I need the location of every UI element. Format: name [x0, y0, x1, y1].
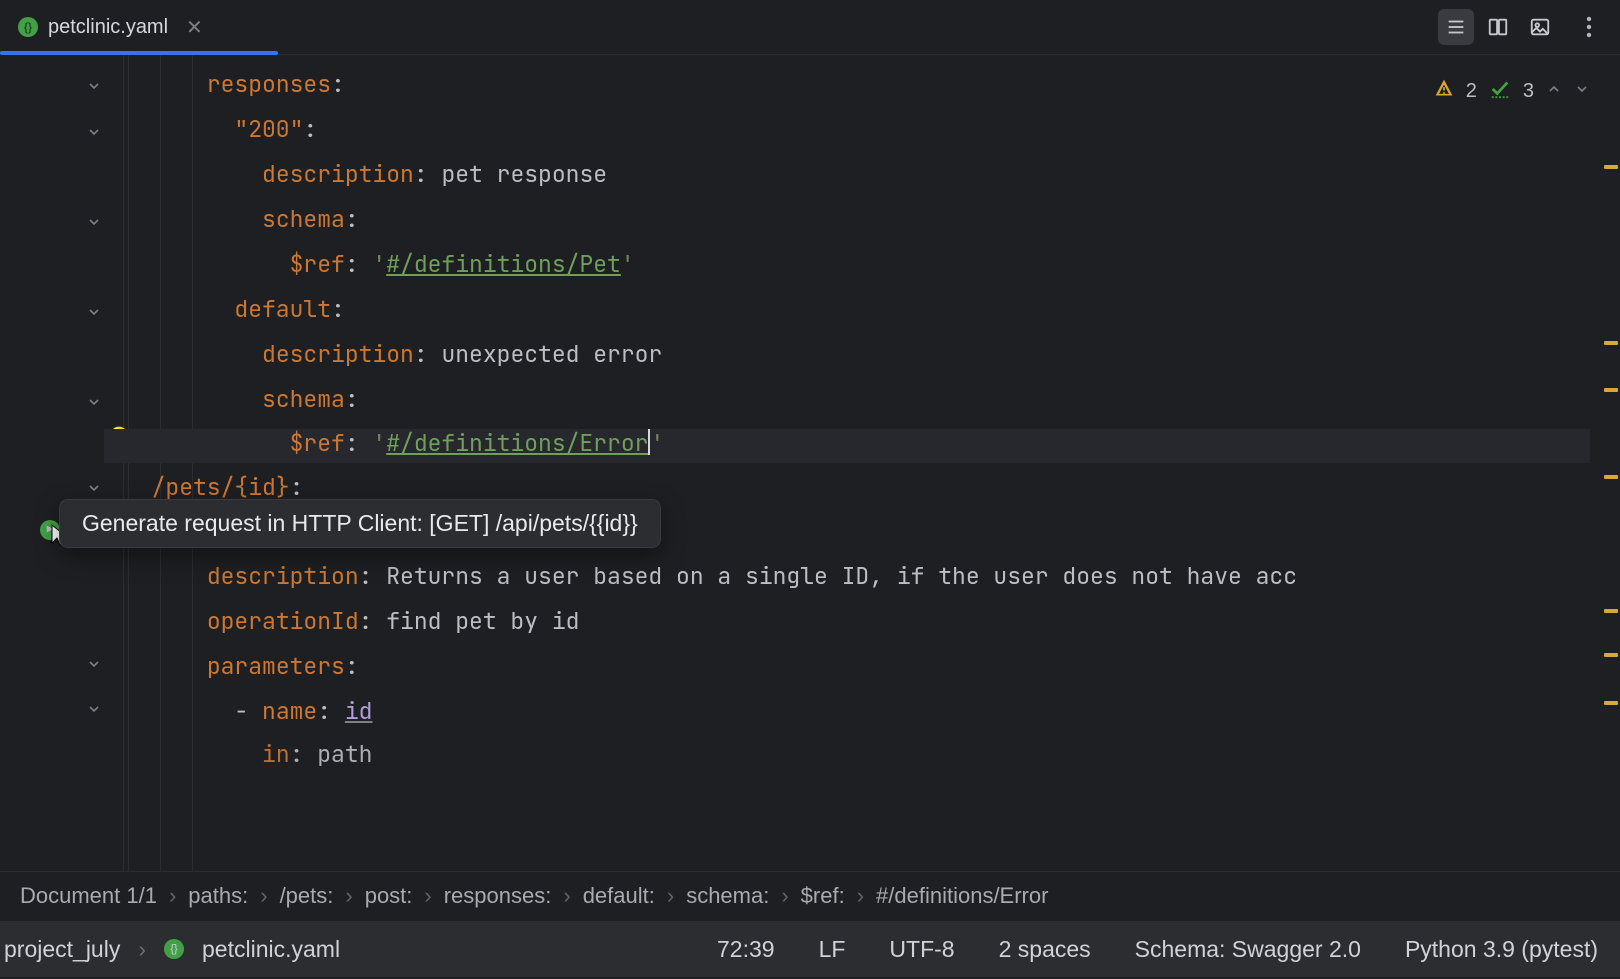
- json-schema[interactable]: Schema: Swagger 2.0: [1113, 936, 1383, 963]
- next-highlight-button[interactable]: [1574, 80, 1590, 103]
- breadcrumb-item[interactable]: paths:: [188, 883, 248, 909]
- stripe-mark[interactable]: [1604, 609, 1618, 613]
- breadcrumb-item[interactable]: post:: [365, 883, 413, 909]
- editor-gutter: 💡 ▶: [0, 55, 124, 871]
- navigation-bar: project_july › {} petclinic.yaml: [0, 936, 340, 963]
- breadcrumb-item[interactable]: default:: [583, 883, 655, 909]
- chevron-right-icon: ›: [424, 883, 431, 909]
- breadcrumb-item[interactable]: $ref:: [801, 883, 845, 909]
- close-tab-icon[interactable]: ✕: [186, 15, 203, 40]
- chevron-right-icon: ›: [563, 883, 570, 909]
- line-separator[interactable]: LF: [797, 936, 868, 963]
- fold-toggle[interactable]: [84, 123, 104, 143]
- editor-layout-controls: [1438, 9, 1620, 45]
- tooltip-text: Generate request in HTTP Client: [GET] /…: [82, 510, 638, 536]
- indent-setting[interactable]: 2 spaces: [977, 936, 1113, 963]
- status-bar: project_july › {} petclinic.yaml 72:39 L…: [0, 920, 1620, 977]
- file-name[interactable]: petclinic.yaml: [202, 936, 340, 963]
- stripe-mark[interactable]: [1604, 701, 1618, 705]
- fold-toggle[interactable]: [84, 393, 104, 413]
- editor-tab-bar: {} petclinic.yaml ✕: [0, 0, 1620, 55]
- chevron-right-icon: ›: [138, 936, 146, 963]
- stripe-mark[interactable]: [1604, 165, 1618, 169]
- chevron-right-icon: ›: [667, 883, 674, 909]
- fold-toggle[interactable]: [84, 303, 104, 323]
- editor-mode-split-button[interactable]: [1480, 9, 1516, 45]
- chevron-right-icon: ›: [169, 883, 176, 909]
- tabbar-more-menu-icon[interactable]: [1574, 9, 1604, 45]
- inspections-widget[interactable]: 2 3: [1434, 77, 1590, 105]
- project-name[interactable]: project_july: [4, 936, 120, 963]
- file-tab-label: petclinic.yaml: [48, 16, 168, 39]
- prev-highlight-button[interactable]: [1546, 80, 1562, 103]
- warning-icon: [1434, 78, 1454, 104]
- file-encoding[interactable]: UTF-8: [867, 936, 976, 963]
- gutter-tooltip: Generate request in HTTP Client: [GET] /…: [59, 499, 661, 548]
- chevron-right-icon: ›: [857, 883, 864, 909]
- openapi-file-icon: {}: [18, 17, 38, 37]
- fold-toggle[interactable]: [84, 655, 104, 675]
- breadcrumb-item[interactable]: schema:: [686, 883, 769, 909]
- breadcrumb-item[interactable]: #/definitions/Error: [876, 883, 1048, 909]
- chevron-right-icon: ›: [345, 883, 352, 909]
- chevron-right-icon: ›: [260, 883, 267, 909]
- breadcrumb-item[interactable]: /pets:: [280, 883, 334, 909]
- fold-toggle[interactable]: [84, 479, 104, 499]
- weak-warning-count: 3: [1523, 80, 1534, 103]
- code-editor[interactable]: responses: "200": description: pet respo…: [124, 55, 1620, 871]
- caret-position[interactable]: 72:39: [695, 936, 797, 963]
- editor-mode-text-button[interactable]: [1438, 9, 1474, 45]
- weak-warning-icon: [1489, 77, 1511, 105]
- stripe-mark[interactable]: [1604, 388, 1618, 392]
- chevron-right-icon: ›: [781, 883, 788, 909]
- fold-toggle[interactable]: [84, 700, 104, 720]
- fold-toggle[interactable]: [84, 77, 104, 97]
- python-interpreter[interactable]: Python 3.9 (pytest): [1383, 936, 1620, 963]
- openapi-file-icon: {}: [164, 939, 184, 959]
- breadcrumb-bar: Document 1/1 › paths: › /pets: › post: › res…: [0, 871, 1620, 920]
- warning-count: 2: [1466, 80, 1477, 103]
- editor-mode-preview-button[interactable]: [1522, 9, 1558, 45]
- error-stripe[interactable]: [1602, 55, 1620, 871]
- file-tab[interactable]: {} petclinic.yaml ✕: [0, 0, 221, 54]
- stripe-mark[interactable]: [1604, 341, 1618, 345]
- stripe-mark[interactable]: [1604, 475, 1618, 479]
- run-http-request-gutter-icon[interactable]: ▶: [40, 520, 60, 540]
- fold-toggle[interactable]: [84, 213, 104, 233]
- editor-area: 2 3 💡 ▶ responses:: [0, 55, 1620, 871]
- breadcrumb-item[interactable]: Document 1/1: [20, 883, 157, 909]
- breadcrumb-item[interactable]: responses:: [444, 883, 552, 909]
- stripe-mark[interactable]: [1604, 653, 1618, 657]
